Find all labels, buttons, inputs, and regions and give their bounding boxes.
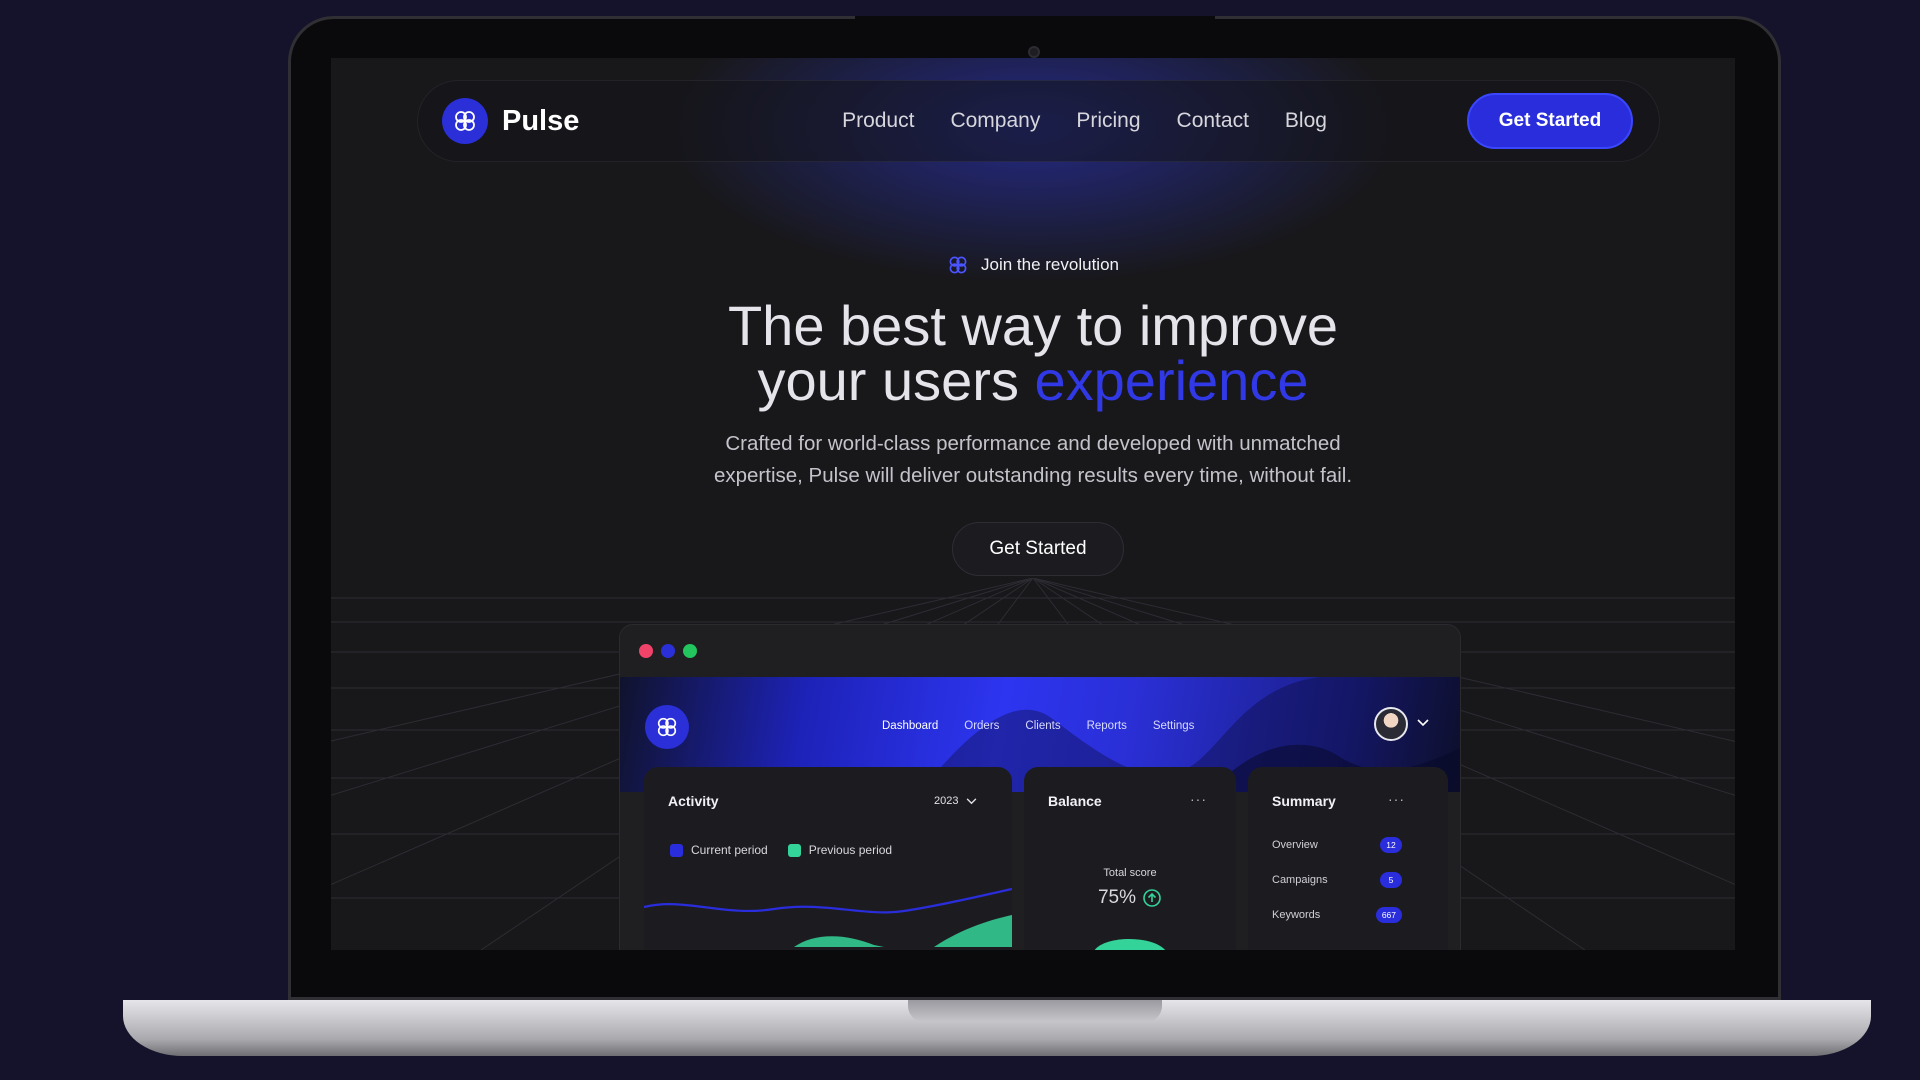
balance-title: Balance xyxy=(1048,793,1102,809)
more-options-icon[interactable]: ··· xyxy=(1388,791,1405,807)
legend-swatch xyxy=(787,843,801,857)
brand[interactable]: Pulse xyxy=(442,98,742,144)
count-badge: 5 xyxy=(1380,872,1402,888)
hero-subtitle-line2: expertise, Pulse will deliver outstandin… xyxy=(713,464,1353,487)
hero-get-started-button[interactable]: Get Started xyxy=(952,522,1124,576)
summary-card: Summary ··· Overview 12 Campaigns 5 Keyw… xyxy=(1248,767,1448,950)
dashboard-preview: Dashboard Orders Clients Reports Setting… xyxy=(619,624,1461,950)
dashboard-nav: Dashboard Orders Clients Reports Setting… xyxy=(882,720,1194,732)
summary-title: Summary xyxy=(1272,793,1336,809)
dashboard-nav-dashboard[interactable]: Dashboard xyxy=(882,720,938,732)
dashboard-nav-reports[interactable]: Reports xyxy=(1087,720,1127,732)
dashboard-nav-clients[interactable]: Clients xyxy=(1025,720,1060,732)
summary-row-campaigns[interactable]: Campaigns 5 xyxy=(1272,872,1402,888)
nav-link-blog[interactable]: Blog xyxy=(1285,109,1327,133)
total-score-value: 75% xyxy=(1097,887,1137,908)
summary-label: Overview xyxy=(1272,839,1318,851)
legend-label: Current period xyxy=(691,843,768,857)
hero-title-accent: experience xyxy=(1034,349,1309,412)
nav-link-product[interactable]: Product xyxy=(842,109,914,133)
legend-swatch xyxy=(670,843,683,857)
previous-period-line xyxy=(794,915,1012,947)
legend-label: Previous period xyxy=(808,843,893,857)
hero-title-line2: your users xyxy=(757,349,1035,412)
user-avatar[interactable] xyxy=(1374,707,1408,741)
window-minimize-dot[interactable] xyxy=(661,644,675,658)
nav-get-started-button[interactable]: Get Started xyxy=(1467,93,1633,149)
activity-title: Activity xyxy=(668,793,719,809)
activity-card: Activity 2023 Current period Previous pe… xyxy=(644,767,1012,950)
summary-label: Campaigns xyxy=(1272,874,1328,886)
window-maximize-dot[interactable] xyxy=(683,644,697,658)
hero-title: The best way to improve your users exper… xyxy=(331,298,1735,409)
laptop-hinge xyxy=(908,1000,1162,1022)
legend-previous-period: Previous period xyxy=(787,843,893,857)
chevron-down-icon[interactable] xyxy=(1417,719,1429,727)
hero-badge-text: Join the revolution xyxy=(981,255,1119,274)
hero-badge: Join the revolution xyxy=(331,254,1735,276)
camera-icon xyxy=(1028,46,1040,58)
nav-links: Product Company Pricing Contact Blog xyxy=(702,109,1467,133)
balance-card: Balance ··· Total score 75% xyxy=(1024,767,1236,950)
summary-row-keywords[interactable]: Keywords 667 xyxy=(1272,907,1402,923)
hero-subtitle-line1: Crafted for world-class performance and … xyxy=(725,432,1341,455)
window-controls xyxy=(639,644,697,658)
activity-legend: Current period Previous period xyxy=(670,843,892,857)
score-gauge xyxy=(1094,939,1165,950)
top-navbar: Pulse Product Company Pricing Contact Bl… xyxy=(417,80,1660,162)
legend-current-period: Current period xyxy=(670,843,768,857)
total-score: 75% xyxy=(1024,887,1236,909)
year-select-value: 2023 xyxy=(934,795,959,807)
more-options-icon[interactable]: ··· xyxy=(1190,791,1207,807)
screen: Pulse Product Company Pricing Contact Bl… xyxy=(331,58,1735,950)
count-badge: 12 xyxy=(1380,837,1402,853)
nav-link-company[interactable]: Company xyxy=(950,109,1040,133)
pulse-logo-icon xyxy=(442,98,488,144)
activity-line-chart xyxy=(644,887,1012,947)
current-period-line xyxy=(644,887,1012,914)
pulse-badge-icon xyxy=(949,256,967,274)
year-select[interactable]: 2023 xyxy=(934,795,977,807)
arrow-up-circle-icon xyxy=(1143,889,1161,907)
summary-label: Keywords xyxy=(1272,909,1321,921)
total-score-label: Total score xyxy=(1103,867,1157,879)
hero-subtitle: Crafted for world-class performance and … xyxy=(661,428,1405,492)
summary-row-overview[interactable]: Overview 12 xyxy=(1272,837,1402,853)
window-close-dot[interactable] xyxy=(639,644,653,658)
nav-link-contact[interactable]: Contact xyxy=(1177,109,1249,133)
dashboard-nav-orders[interactable]: Orders xyxy=(964,720,999,732)
nav-link-pricing[interactable]: Pricing xyxy=(1076,109,1140,133)
chevron-down-icon xyxy=(967,797,977,804)
dashboard-logo-icon[interactable] xyxy=(645,705,689,749)
hero-title-line1: The best way to improve xyxy=(727,294,1339,357)
brand-name: Pulse xyxy=(502,104,580,137)
dashboard-nav-settings[interactable]: Settings xyxy=(1153,720,1195,732)
count-badge: 667 xyxy=(1375,907,1402,923)
